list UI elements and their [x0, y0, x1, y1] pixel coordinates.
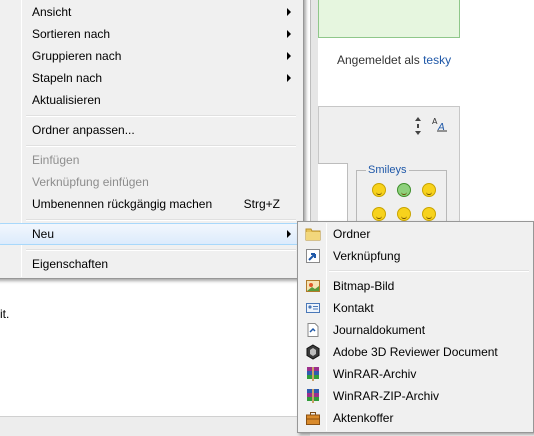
- folder-icon: [305, 226, 321, 242]
- desktop-context-menu: Ansicht Sortieren nach Gruppieren nach S…: [0, 0, 304, 279]
- submenu-item-adobe-3d-reviewer[interactable]: Adobe 3D Reviewer Document: [301, 341, 531, 363]
- menu-item-label: Umbenennen rückgängig machen: [32, 197, 213, 211]
- menu-item-ordner-anpassen[interactable]: Ordner anpassen...: [0, 119, 300, 141]
- menu-item-label: Gruppieren nach: [32, 49, 122, 63]
- submenu-arrow-icon: [287, 52, 291, 60]
- background-notice-box: [318, 0, 460, 38]
- winrar-icon: [305, 366, 321, 382]
- font-style-icon[interactable]: AA: [432, 116, 448, 135]
- login-prefix: Angemeldet als: [337, 53, 420, 67]
- menu-item-eigenschaften[interactable]: Eigenschaften: [0, 253, 300, 275]
- menu-item-ansicht[interactable]: Ansicht: [0, 1, 300, 23]
- menu-item-sortieren-nach[interactable]: Sortieren nach: [0, 23, 300, 45]
- smileys-legend: Smileys: [366, 164, 409, 176]
- menu-item-label: Verknüpfung: [333, 249, 401, 263]
- menu-item-neu[interactable]: Neu: [0, 223, 300, 245]
- journal-icon: [305, 322, 321, 338]
- menu-separator: [26, 145, 296, 147]
- smiley-sad-icon[interactable]: [397, 207, 411, 221]
- smiley-grin-icon[interactable]: [397, 183, 411, 197]
- briefcase-icon: [305, 410, 321, 426]
- submenu-item-ordner[interactable]: Ordner: [301, 223, 531, 245]
- submenu-arrow-icon: [287, 8, 291, 16]
- menu-item-label: Einfügen: [32, 153, 80, 167]
- winrar-zip-icon: [305, 388, 321, 404]
- menu-item-shortcut: Strg+Z: [243, 197, 280, 211]
- adobe-3d-icon: [305, 344, 321, 360]
- contact-icon: [305, 300, 321, 316]
- menu-item-umbenennen-rueckgaengig[interactable]: Umbenennen rückgängig machen Strg+Z: [0, 193, 300, 215]
- menu-item-label: WinRAR-ZIP-Archiv: [333, 389, 440, 403]
- menu-item-label: Aktualisieren: [32, 93, 101, 107]
- menu-separator: [26, 115, 296, 117]
- menu-item-label: Aktenkoffer: [333, 411, 394, 425]
- smiley-wink-icon[interactable]: [372, 207, 386, 221]
- smiley-happy-icon[interactable]: [422, 183, 436, 197]
- login-status: Angemeldet als tesky: [337, 53, 451, 67]
- menu-separator: [26, 249, 296, 251]
- bitmap-icon: [305, 278, 321, 294]
- menu-item-einfuegen[interactable]: Einfügen: [0, 149, 300, 171]
- menu-item-gruppieren-nach[interactable]: Gruppieren nach: [0, 45, 300, 67]
- menu-item-label: Bitmap-Bild: [333, 279, 395, 293]
- submenu-item-kontakt[interactable]: Kontakt: [301, 297, 531, 319]
- background-text-fragment: it.: [0, 307, 10, 321]
- menu-item-label: Kontakt: [333, 301, 374, 315]
- submenu-item-bitmap-bild[interactable]: Bitmap-Bild: [301, 275, 531, 297]
- menu-item-label: Adobe 3D Reviewer Document: [333, 345, 498, 359]
- submenu-item-winrar-zip-archiv[interactable]: WinRAR-ZIP-Archiv: [301, 385, 531, 407]
- submenu-arrow-icon: [287, 230, 291, 238]
- smiley-cool-icon[interactable]: [422, 207, 436, 221]
- menu-item-label: Stapeln nach: [32, 71, 103, 85]
- new-submenu: Ordner Verknüpfung Bitmap-Bild Kontakt J…: [297, 221, 534, 433]
- resize-arrows-icon[interactable]: [414, 116, 422, 139]
- menu-item-label: Ordner: [333, 227, 371, 241]
- menu-separator: [329, 270, 529, 272]
- submenu-item-winrar-archiv[interactable]: WinRAR-Archiv: [301, 363, 531, 385]
- smiley-smile-icon[interactable]: [372, 183, 386, 197]
- menu-item-label: Sortieren nach: [32, 27, 111, 41]
- menu-item-label: Journaldokument: [333, 323, 426, 337]
- submenu-item-verknuepfung[interactable]: Verknüpfung: [301, 245, 531, 267]
- menu-item-verknuepfung-einfuegen[interactable]: Verknüpfung einfügen: [0, 171, 300, 193]
- login-user-link[interactable]: tesky: [423, 53, 451, 67]
- menu-separator: [26, 219, 296, 221]
- menu-item-label: Ordner anpassen...: [32, 123, 135, 137]
- background-bottom-strip: [0, 416, 310, 436]
- menu-item-stapeln-nach[interactable]: Stapeln nach: [0, 67, 300, 89]
- submenu-item-journaldokument[interactable]: Journaldokument: [301, 319, 531, 341]
- menu-item-label: Eigenschaften: [32, 257, 109, 271]
- submenu-item-aktenkoffer[interactable]: Aktenkoffer: [301, 407, 531, 429]
- menu-item-label: Ansicht: [32, 5, 72, 19]
- menu-item-label: Verknüpfung einfügen: [32, 175, 149, 189]
- submenu-arrow-icon: [287, 74, 291, 82]
- shortcut-icon: [305, 248, 321, 264]
- submenu-arrow-icon: [287, 30, 291, 38]
- menu-item-label: Neu: [32, 227, 55, 241]
- menu-item-label: WinRAR-Archiv: [333, 367, 417, 381]
- menu-item-aktualisieren[interactable]: Aktualisieren: [0, 89, 300, 111]
